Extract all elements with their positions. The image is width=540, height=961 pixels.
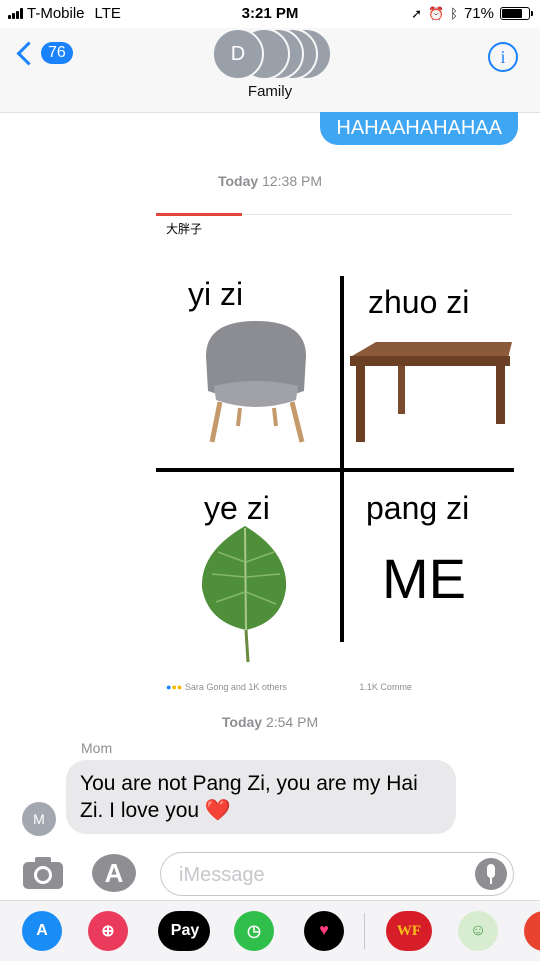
image-caption: 大胖子 bbox=[166, 222, 203, 236]
status-right: ➚ ⏰ ᛒ 71% bbox=[411, 5, 533, 22]
timestamp-time: 2:54 PM bbox=[265, 714, 319, 730]
battery-icon bbox=[500, 7, 533, 20]
timestamp: Today 12:38 PM bbox=[0, 173, 540, 189]
sticker-app-icon[interactable]: ☺ bbox=[458, 911, 498, 951]
app-store-app-icon[interactable]: A bbox=[22, 911, 62, 951]
back-button[interactable]: 76 bbox=[14, 40, 73, 66]
message-input[interactable]: iMessage bbox=[160, 852, 514, 896]
location-icon: ➚ bbox=[411, 5, 422, 21]
apple-pay-icon[interactable]: Pay bbox=[158, 911, 210, 951]
timestamp-day: Today bbox=[221, 714, 263, 730]
reactions-summary: Sara Gong and 1K others bbox=[184, 682, 287, 692]
sender-name: Mom bbox=[81, 740, 113, 756]
reactions-row: ●●● Sara Gong and 1K others 1.1K Comme bbox=[166, 682, 412, 692]
label-me: ME bbox=[382, 547, 466, 610]
apple-pay-label: Pay bbox=[170, 922, 200, 939]
sent-message-bubble[interactable]: HAHAAHAHAHAA bbox=[320, 112, 518, 145]
timestamp: Today 2:54 PM bbox=[0, 714, 540, 730]
label-pang-zi: pang zi bbox=[366, 490, 470, 526]
camera-icon[interactable] bbox=[22, 856, 64, 890]
timestamp-time: 12:38 PM bbox=[262, 173, 323, 189]
bluetooth-icon: ᛒ bbox=[450, 6, 458, 21]
status-bar: T-Mobile LTE 3:21 PM ➚ ⏰ ᛒ 71% bbox=[0, 0, 540, 30]
divider bbox=[242, 214, 512, 215]
wells-fargo-app-icon[interactable]: WF bbox=[386, 911, 432, 951]
chevron-left-icon bbox=[16, 40, 41, 66]
battery-percent: 71% bbox=[463, 5, 494, 22]
activity-app-icon[interactable]: ◷ bbox=[234, 911, 274, 951]
grid-divider-vertical bbox=[340, 276, 344, 642]
received-message-bubble[interactable]: You are not Pang Zi, you are my Hai Zi. … bbox=[66, 760, 456, 834]
conversation-header: 76 D Family i bbox=[0, 28, 540, 113]
microphone-icon[interactable] bbox=[475, 858, 507, 890]
more-app-icon[interactable] bbox=[524, 911, 540, 951]
image-message[interactable]: 大胖子 yi zi zhuo zi ye zi pang zi ME ●●● S… bbox=[156, 206, 516, 692]
alarm-icon: ⏰ bbox=[427, 5, 445, 21]
timestamp-day: Today bbox=[217, 173, 259, 189]
drawer-divider bbox=[364, 913, 365, 949]
web-search-app-icon[interactable]: ⊕ bbox=[88, 911, 128, 951]
leaf-illustration bbox=[201, 526, 287, 663]
heart-app-icon[interactable]: ♥ bbox=[304, 911, 344, 951]
label-yi-zi: yi zi bbox=[188, 276, 244, 312]
chair-illustration bbox=[206, 321, 306, 443]
app-drawer: A ⊕ Pay ◷ ♥ WF ☺ bbox=[0, 900, 540, 961]
table-illustration bbox=[350, 342, 512, 442]
tab-indicator bbox=[156, 213, 242, 216]
message-placeholder: iMessage bbox=[179, 864, 265, 886]
group-name[interactable]: Family bbox=[0, 83, 540, 100]
comments-count: 1.1K Comme bbox=[359, 682, 412, 692]
app-store-icon[interactable]: A bbox=[92, 854, 136, 892]
info-button[interactable]: i bbox=[488, 42, 518, 72]
unread-count-badge: 76 bbox=[41, 42, 73, 64]
group-avatar-stack[interactable]: D bbox=[212, 28, 332, 82]
avatar-primary: D bbox=[212, 28, 264, 80]
grid-divider-horizontal bbox=[156, 468, 514, 472]
sender-avatar[interactable]: M bbox=[22, 802, 56, 836]
label-zhuo-zi: zhuo zi bbox=[368, 284, 470, 320]
